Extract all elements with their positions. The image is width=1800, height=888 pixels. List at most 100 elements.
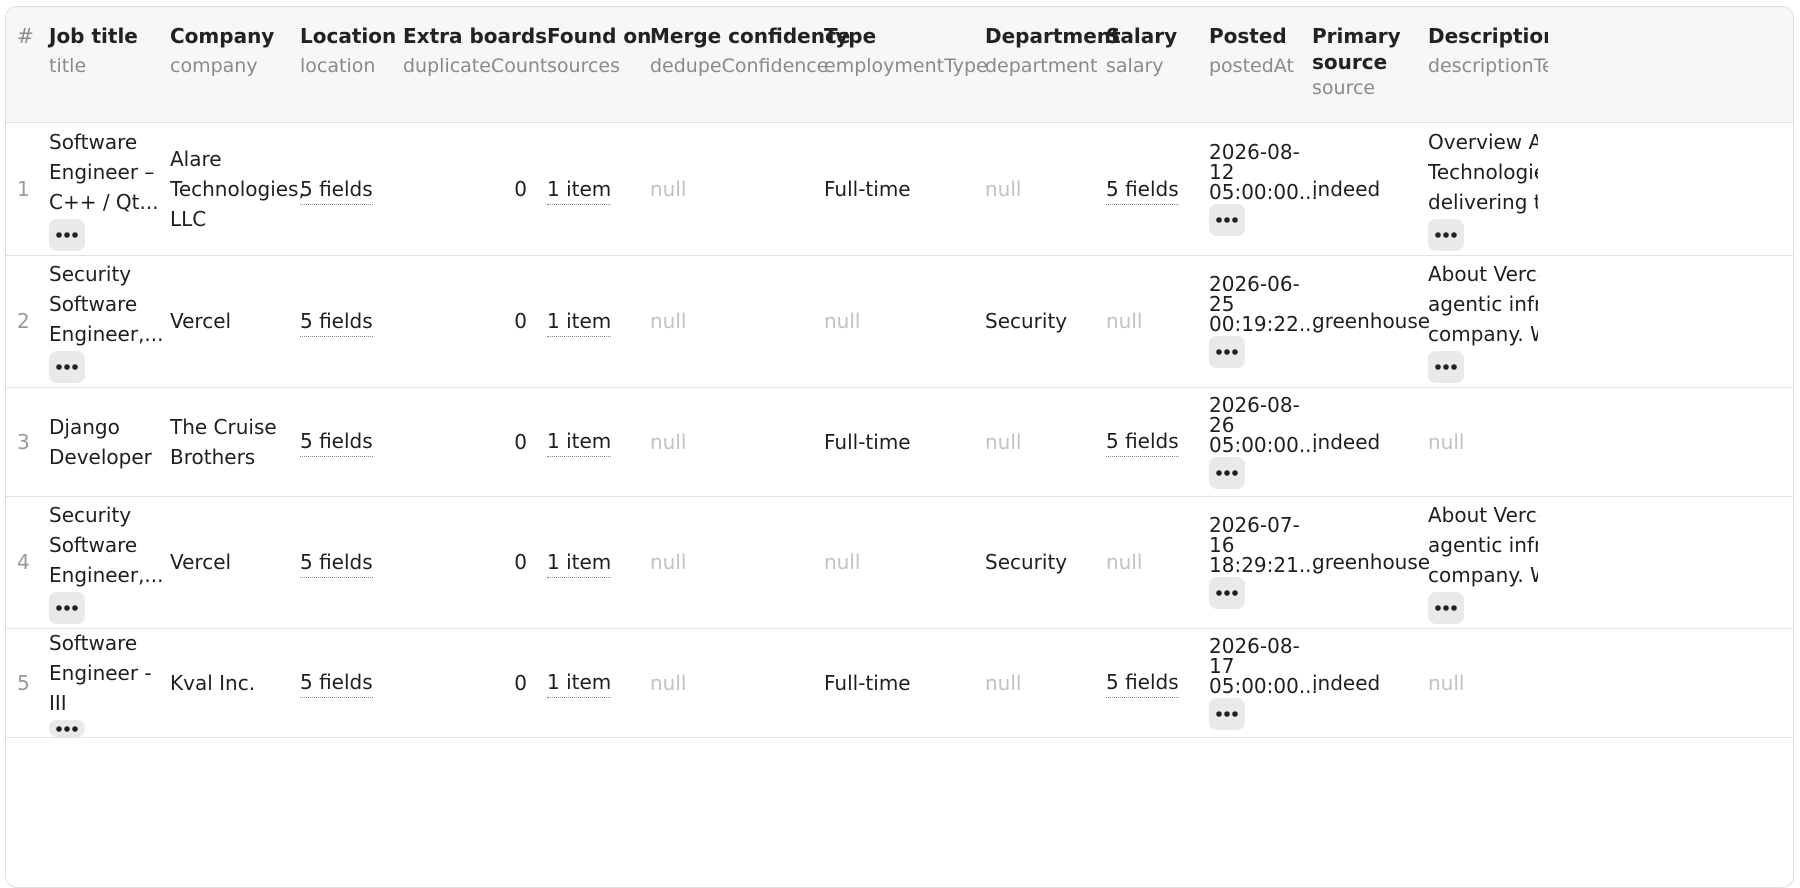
table-row[interactable]: 3 Django Developer The Cruise Brothers 5 fiel… xyxy=(6,387,1793,497)
cell-title[interactable]: Security Software Engineer,... xyxy=(49,496,164,628)
cell-sources[interactable]: 1 item xyxy=(547,123,637,255)
column-header-duplicate-count[interactable]: Extra boards duplicateCount xyxy=(403,21,547,81)
cell-dedupe-confidence: null xyxy=(650,255,810,387)
more-horizontal-icon xyxy=(56,605,78,611)
column-header-posted-at[interactable]: Posted postedAt xyxy=(1209,21,1294,81)
cell-text: 2026-06- xyxy=(1209,272,1300,296)
cell-text: Engineer – xyxy=(49,160,155,184)
table-header: # Job title title Company company Locati… xyxy=(6,7,1793,123)
expand-description-button[interactable] xyxy=(1428,592,1464,624)
cell-posted-at[interactable]: 2026-08- 26 05:00:00... xyxy=(1209,387,1318,496)
cell-description[interactable]: About Vercel: agentic infras company. We xyxy=(1428,255,1538,387)
expand-description-button[interactable] xyxy=(1428,351,1464,383)
cell-posted-at[interactable]: 2026-06- 25 00:19:22... xyxy=(1209,255,1318,387)
expand-posted-button[interactable] xyxy=(1209,456,1245,489)
cell-posted-at[interactable]: 2026-08- 17 05:00:00... xyxy=(1209,628,1318,737)
column-header-company[interactable]: Company company xyxy=(170,21,274,81)
cell-text: 1 item xyxy=(547,306,612,337)
cell-text: Engineer,... xyxy=(49,563,164,587)
cell-title[interactable]: Security Software Engineer,... xyxy=(49,255,164,387)
cell-department: null xyxy=(985,387,1095,496)
cell-duplicate-count: 0 xyxy=(403,628,527,737)
cell-text: The Cruise xyxy=(170,414,277,439)
cell-text: delivering the xyxy=(1428,190,1538,214)
expand-posted-button[interactable] xyxy=(1209,697,1245,730)
table-row[interactable]: 1 Software Engineer – C++ / Qt... Alare Techn… xyxy=(6,123,1793,256)
cell-source: indeed xyxy=(1312,387,1422,496)
cell-text: 5 fields xyxy=(300,306,373,337)
column-header-employment-type[interactable]: Type employmentType xyxy=(824,21,988,81)
cell-description[interactable]: null xyxy=(1428,387,1538,496)
column-header-description[interactable]: Description descriptionTe xyxy=(1428,21,1548,81)
column-header-dedupe-confidence[interactable]: Merge confidence dedupeConfidence xyxy=(650,21,850,81)
table-row[interactable]: 2 Security Software Engineer,... Vercel 5 fie… xyxy=(6,255,1793,388)
cell-location[interactable]: 5 fields xyxy=(300,387,390,496)
more-horizontal-icon xyxy=(1435,232,1457,238)
expand-posted-button[interactable] xyxy=(1209,336,1245,368)
cell-sources[interactable]: 1 item xyxy=(547,387,637,496)
cell-employment-type: Full-time xyxy=(824,628,974,737)
cell-text: 00:19:22... xyxy=(1209,312,1318,336)
cell-location[interactable]: 5 fields xyxy=(300,123,390,255)
expand-title-button[interactable] xyxy=(49,351,85,383)
cell-sources[interactable]: 1 item xyxy=(547,255,637,387)
expand-title-button[interactable] xyxy=(49,219,85,251)
cell-posted-at[interactable]: 2026-08- 12 05:00:00... xyxy=(1209,123,1318,255)
table-row[interactable]: 4 Security Software Engineer,... Vercel 5 fie… xyxy=(6,496,1793,629)
cell-text: Developer xyxy=(49,444,152,469)
expand-posted-button[interactable] xyxy=(1209,204,1245,236)
cell-text: Alare xyxy=(170,147,222,171)
cell-text: Overview Alar xyxy=(1428,130,1538,154)
cell-sources[interactable]: 1 item xyxy=(547,496,637,628)
cell-text: 5 fields xyxy=(1106,174,1179,205)
column-header-salary[interactable]: Salary salary xyxy=(1106,21,1177,81)
cell-text: LLC xyxy=(170,207,207,231)
column-header-department[interactable]: Department department xyxy=(985,21,1121,81)
cell-salary[interactable]: 5 fields xyxy=(1106,387,1196,496)
cell-location[interactable]: 5 fields xyxy=(300,255,390,387)
cell-salary: null xyxy=(1106,255,1196,387)
cell-text: 2026-08- xyxy=(1209,633,1300,658)
column-header-source[interactable]: Primary source source xyxy=(1312,21,1401,103)
cell-text: Software xyxy=(49,292,138,316)
cell-title[interactable]: Software Engineer – C++ / Qt... xyxy=(49,123,159,255)
cell-location[interactable]: 5 fields xyxy=(300,628,390,737)
expand-description-button[interactable] xyxy=(1428,219,1464,251)
column-header-title[interactable]: Job title title xyxy=(49,21,138,81)
cell-text: 5 fields xyxy=(1106,426,1179,457)
cell-posted-at[interactable]: 2026-07- 16 18:29:21... xyxy=(1209,496,1318,628)
cell-sources[interactable]: 1 item xyxy=(547,628,637,737)
cell-location[interactable]: 5 fields xyxy=(300,496,390,628)
cell-title[interactable]: Django Developer xyxy=(49,387,159,496)
cell-text: 1 item xyxy=(547,547,612,578)
table-row[interactable]: 5 Software Engineer - III Kval Inc. 5 fields 0… xyxy=(6,628,1793,738)
cell-text: About Vercel: xyxy=(1428,262,1538,286)
cell-text: C++ / Qt... xyxy=(49,190,159,214)
cell-text: Security xyxy=(985,550,1068,574)
cell-text: 5 fields xyxy=(1106,667,1179,698)
row-number: 3 xyxy=(17,387,37,496)
expand-title-button[interactable] xyxy=(49,592,85,624)
cell-company: Vercel xyxy=(170,255,290,387)
expand-posted-button[interactable] xyxy=(1209,577,1245,609)
cell-text: 16 xyxy=(1209,533,1235,557)
cell-description[interactable]: null xyxy=(1428,628,1538,737)
cell-salary[interactable]: 5 fields xyxy=(1106,628,1196,737)
cell-dedupe-confidence: null xyxy=(650,628,810,737)
cell-company: Kval Inc. xyxy=(170,628,290,737)
cell-salary[interactable]: 5 fields xyxy=(1106,123,1196,255)
cell-dedupe-confidence: null xyxy=(650,123,810,255)
expand-title-button[interactable] xyxy=(49,720,85,737)
cell-text: Security xyxy=(985,309,1068,333)
column-header-location[interactable]: Location location xyxy=(300,21,396,81)
cell-text: Security xyxy=(49,503,132,527)
column-header-sources[interactable]: Found on sources xyxy=(547,21,651,81)
cell-description[interactable]: Overview Alar Technologies delivering the xyxy=(1428,123,1538,255)
cell-text: III xyxy=(49,691,67,715)
cell-text: agentic infras xyxy=(1428,533,1538,557)
cell-text: null xyxy=(824,309,861,333)
cell-text: 26 xyxy=(1209,412,1235,437)
cell-description[interactable]: About Vercel: agentic infras company. We xyxy=(1428,496,1538,628)
cell-title[interactable]: Software Engineer - III xyxy=(49,628,159,737)
cell-text: Engineer - xyxy=(49,661,152,685)
